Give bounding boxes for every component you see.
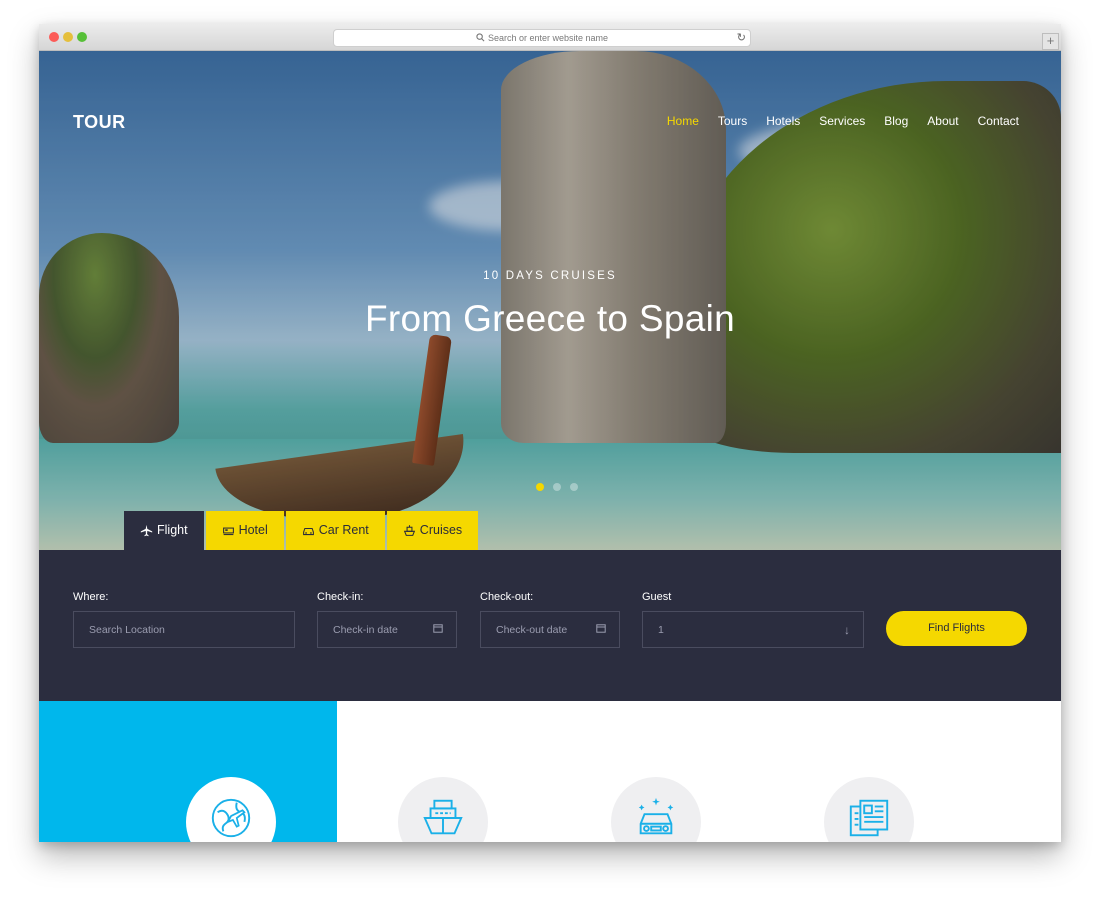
checkout-placeholder: Check-out date (496, 624, 568, 636)
nav-tours[interactable]: Tours (718, 114, 747, 128)
features-section (39, 701, 1061, 842)
nav-home[interactable]: Home (667, 114, 699, 128)
slider-dots (536, 483, 578, 491)
arrow-down-icon: ↓ (844, 623, 850, 637)
feature-news[interactable] (824, 777, 914, 842)
feature-car[interactable] (611, 777, 701, 842)
close-window-button[interactable] (49, 32, 59, 42)
guest-label: Guest (642, 591, 672, 603)
ship-icon (403, 525, 415, 536)
tab-car-rent-label: Car Rent (318, 523, 369, 537)
guest-value: 1 (658, 624, 664, 636)
calendar-icon (596, 612, 606, 649)
main-nav: Home Tours Hotels Services Blog About Co… (648, 114, 1019, 128)
tab-flight-label: Flight (157, 523, 188, 537)
booking-tabs: Flight Hotel Car Rent Cruises (124, 511, 479, 550)
reload-icon[interactable]: ↻ (737, 30, 746, 46)
new-tab-button[interactable]: + (1042, 33, 1059, 50)
hero-title: From Greece to Spain (365, 298, 735, 339)
nav-about[interactable]: About (927, 114, 958, 128)
newspaper-icon (849, 799, 889, 837)
tab-hotel-label: Hotel (238, 523, 268, 537)
tab-hotel[interactable]: Hotel (205, 511, 284, 550)
guest-select[interactable]: 1 ↓ (642, 611, 864, 648)
tab-flight[interactable]: Flight (124, 511, 204, 550)
site-logo[interactable]: TOUR (73, 112, 126, 133)
nav-services[interactable]: Services (819, 114, 865, 128)
where-placeholder: Search Location (89, 624, 165, 636)
feature-cruise[interactable] (398, 777, 488, 842)
nav-hotels[interactable]: Hotels (766, 114, 800, 128)
browser-toolbar: Search or enter website name ↻ + (39, 24, 1061, 51)
slider-dot-3[interactable] (570, 483, 578, 491)
slider-dot-2[interactable] (553, 483, 561, 491)
checkout-label: Check-out: (480, 591, 534, 603)
tab-car-rent[interactable]: Car Rent (285, 511, 385, 550)
minimize-window-button[interactable] (63, 32, 73, 42)
nav-blog[interactable]: Blog (884, 114, 908, 128)
calendar-icon (433, 612, 443, 649)
car-icon (302, 527, 314, 536)
globe-plane-icon (211, 798, 251, 838)
nav-contact[interactable]: Contact (978, 114, 1019, 128)
find-flights-button[interactable]: Find Flights (886, 611, 1027, 646)
checkin-placeholder: Check-in date (333, 624, 398, 636)
flight-search-form: Where: Search Location Check-in: Check-i… (39, 550, 1061, 701)
hero-subtitle: 10 DAYS CRUISES (483, 270, 617, 282)
tab-cruises-label: Cruises (419, 523, 463, 537)
tab-cruises[interactable]: Cruises (386, 511, 479, 550)
address-placeholder: Search or enter website name (487, 33, 609, 43)
bed-icon (222, 527, 234, 536)
ship-icon (423, 799, 463, 835)
plane-icon (140, 524, 153, 537)
checkin-label: Check-in: (317, 591, 364, 603)
where-input[interactable]: Search Location (73, 611, 295, 648)
checkin-input[interactable]: Check-in date (317, 611, 457, 648)
browser-window: Search or enter website name ↻ + TOUR Ho… (39, 24, 1061, 842)
car-sparkle-icon (638, 797, 674, 835)
checkout-input[interactable]: Check-out date (480, 611, 620, 648)
hero-slider: TOUR Home Tours Hotels Services Blog Abo… (39, 51, 1061, 550)
where-label: Where: (73, 591, 109, 603)
zoom-window-button[interactable] (77, 32, 87, 42)
slider-dot-1[interactable] (536, 483, 544, 491)
search-icon (476, 31, 485, 47)
address-bar[interactable]: Search or enter website name ↻ (333, 29, 751, 47)
